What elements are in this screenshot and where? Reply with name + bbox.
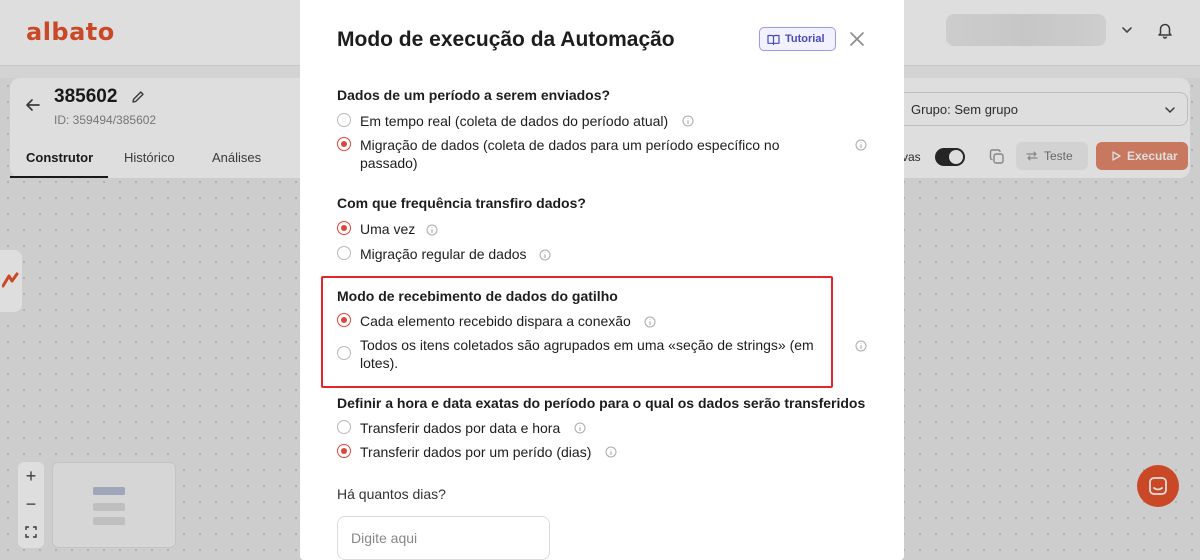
option-label: Migração regular de dados <box>360 246 527 262</box>
option-label: Transferir dados por um perído (dias) <box>360 444 592 460</box>
radio-dot <box>341 317 347 323</box>
radio-button[interactable] <box>337 420 351 434</box>
section-title-frequency: Com que frequência transfiro dados? <box>337 195 586 211</box>
section-title-data-period: Dados de um período a serem enviados? <box>337 87 611 103</box>
option-label-line2: lotes). <box>360 355 399 371</box>
option-label-line2: passado) <box>360 155 418 171</box>
info-icon[interactable] <box>574 422 586 434</box>
radio-option-migration[interactable]: Migração de dados (coleta de dados para … <box>337 136 857 172</box>
execution-mode-modal: Modo de execução da Automação Tutorial D… <box>300 0 904 560</box>
radio-button[interactable] <box>337 346 351 360</box>
section-title-exact-period: Definir a hora e data exatas do período … <box>337 395 866 411</box>
days-input[interactable] <box>337 516 550 560</box>
radio-button-selected[interactable] <box>337 137 351 151</box>
days-question-label: Há quantos dias? <box>337 486 446 502</box>
option-label: Em tempo real (coleta de dados do períod… <box>360 113 669 129</box>
option-label: Todos os itens coletados são agrupados e… <box>360 337 814 353</box>
option-label: Migração de dados (coleta de dados para … <box>360 137 780 153</box>
radio-option-batch[interactable]: Todos os itens coletados são agrupados e… <box>337 336 857 372</box>
radio-button-selected[interactable] <box>337 444 351 458</box>
info-icon[interactable] <box>539 249 551 261</box>
info-icon[interactable] <box>644 316 656 328</box>
book-icon <box>767 34 780 46</box>
tutorial-label: Tutorial <box>785 33 825 45</box>
radio-button[interactable] <box>337 246 351 260</box>
info-icon[interactable] <box>605 446 617 458</box>
radio-button-selected[interactable] <box>337 313 351 327</box>
info-icon[interactable] <box>855 340 867 352</box>
option-label: Cada elemento recebido dispara a conexão <box>360 313 631 329</box>
radio-button-selected[interactable] <box>337 221 351 235</box>
info-icon[interactable] <box>682 115 694 127</box>
info-icon[interactable] <box>426 224 438 236</box>
option-label: Uma vez <box>360 221 416 237</box>
option-label: Transferir dados por data e hora <box>360 420 561 436</box>
radio-button[interactable] <box>337 113 351 127</box>
tutorial-button[interactable]: Tutorial <box>759 27 836 51</box>
radio-dot <box>341 225 347 231</box>
radio-dot <box>341 141 347 147</box>
close-icon[interactable] <box>849 31 865 47</box>
section-title-trigger-mode: Modo de recebimento de dados do gatilho <box>337 288 618 304</box>
modal-title: Modo de execução da Automação <box>337 28 675 51</box>
info-icon[interactable] <box>855 139 867 151</box>
radio-dot <box>341 448 347 454</box>
